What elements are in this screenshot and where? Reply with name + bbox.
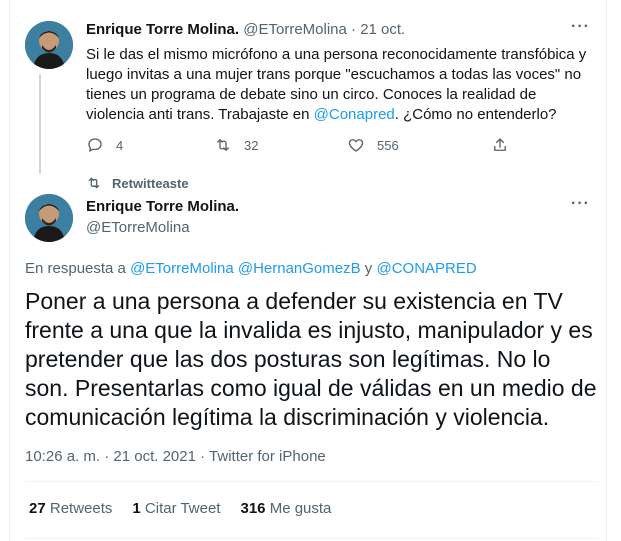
- more-icon[interactable]: ···: [571, 195, 590, 213]
- tweet-metadata: 10:26 a. m. · 21 oct. 2021 · Twitter for…: [25, 448, 326, 465]
- retweets-count: 27: [29, 500, 46, 517]
- retweet-button[interactable]: 32: [214, 136, 258, 154]
- separator: ·: [200, 448, 206, 465]
- tweet-text: Poner a una persona a defender su existe…: [25, 288, 597, 430]
- tweet-header: Enrique Torre Molina. @ETorreMolina · 21…: [86, 21, 405, 38]
- quotes-count: 1: [132, 500, 141, 517]
- tweet-date[interactable]: 21 oct. 2021: [113, 448, 196, 465]
- author-name[interactable]: Enrique Torre Molina.: [86, 21, 239, 38]
- retweets-label: Retweets: [49, 500, 113, 517]
- thread-connector: [39, 74, 41, 174]
- mention-link[interactable]: @ETorreMolina: [130, 260, 234, 277]
- like-count: 556: [377, 137, 399, 153]
- likes-label: Me gusta: [269, 500, 332, 517]
- share-icon: [494, 138, 506, 151]
- reply-and: y: [364, 260, 373, 277]
- author-handle[interactable]: @ETorreMolina: [86, 219, 190, 236]
- divider: [25, 481, 598, 482]
- retweet-count: 32: [244, 137, 259, 153]
- share-button[interactable]: [491, 136, 509, 154]
- reply-context: En respuesta a @ETorreMolina @HernanGome…: [25, 260, 477, 277]
- author-handle[interactable]: @ETorreMolina: [243, 21, 347, 38]
- likes-stat[interactable]: 316 Me gusta: [241, 500, 332, 517]
- retweeted-banner: Retwitteaste: [86, 175, 189, 191]
- tweet-actions: 4 32 556: [86, 136, 506, 156]
- retweet-icon: [88, 177, 100, 189]
- reply-prefix: En respuesta a: [25, 260, 126, 277]
- likes-count: 316: [240, 500, 266, 517]
- avatar[interactable]: [25, 194, 73, 242]
- quotes-label: Citar Tweet: [144, 500, 221, 517]
- quotes-stat[interactable]: 1 Citar Tweet: [132, 500, 220, 517]
- reply-button[interactable]: 4: [86, 136, 123, 154]
- retweeted-label: Retwitteaste: [112, 175, 189, 191]
- tweet-source[interactable]: Twitter for iPhone: [209, 448, 326, 465]
- separator: ·: [104, 448, 110, 465]
- mention-link[interactable]: @Conapred: [314, 106, 395, 123]
- retweets-stat[interactable]: 27 Retweets: [29, 500, 112, 517]
- mention-link[interactable]: @HernanGomezB: [238, 260, 361, 277]
- divider: [25, 538, 598, 539]
- more-icon[interactable]: ···: [571, 18, 590, 36]
- heart-icon: [348, 139, 364, 152]
- like-button[interactable]: 556: [347, 136, 399, 154]
- tweet-stats: 27 Retweets 1 Citar Tweet 316 Me gusta: [29, 500, 331, 517]
- tweet-time[interactable]: 10:26 a. m.: [25, 448, 100, 465]
- separator: ·: [351, 21, 357, 38]
- tweet-text: Si le das el mismo micrófono a una perso…: [86, 45, 596, 125]
- reply-count: 4: [116, 137, 124, 153]
- tweet-date[interactable]: 21 oct.: [360, 21, 405, 38]
- avatar[interactable]: [25, 21, 73, 69]
- retweet-icon: [217, 139, 229, 151]
- mention-link[interactable]: @CONAPRED: [376, 260, 476, 277]
- reply-icon: [88, 138, 102, 152]
- author-name[interactable]: Enrique Torre Molina.: [86, 198, 239, 215]
- tweet-text-part: . ¿Cómo no entenderlo?: [394, 106, 557, 123]
